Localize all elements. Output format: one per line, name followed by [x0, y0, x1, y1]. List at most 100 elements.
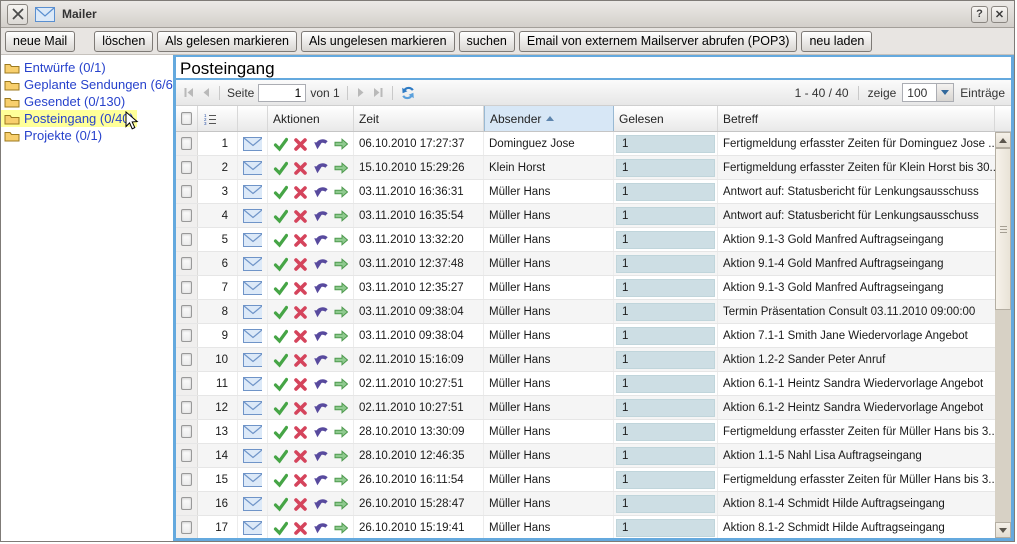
row-checkbox[interactable]	[181, 161, 192, 174]
reply-icon[interactable]	[313, 280, 328, 296]
sidebar-folder-4[interactable]: Projekte (0/1)	[1, 127, 105, 144]
forward-icon[interactable]	[333, 472, 348, 488]
forward-icon[interactable]	[333, 136, 348, 152]
row-checkbox[interactable]	[181, 305, 192, 318]
envelope-icon[interactable]	[243, 161, 262, 175]
table-row[interactable]: 12 02.11.2010 10:27:51 Müller	[176, 396, 995, 420]
delete-icon[interactable]	[293, 160, 307, 176]
mark-read-icon[interactable]	[273, 520, 288, 536]
delete-icon[interactable]	[293, 424, 307, 440]
forward-icon[interactable]	[333, 352, 348, 368]
scroll-up-button[interactable]	[995, 132, 1011, 148]
mark-read-icon[interactable]	[273, 136, 288, 152]
reply-icon[interactable]	[313, 352, 328, 368]
reply-icon[interactable]	[313, 136, 328, 152]
row-checkbox[interactable]	[181, 329, 192, 342]
delete-icon[interactable]	[293, 400, 307, 416]
delete-icon[interactable]	[293, 136, 307, 152]
envelope-icon[interactable]	[243, 425, 262, 439]
close-button[interactable]: ✕	[991, 6, 1008, 23]
sidebar-folder-2[interactable]: Gesendet (0/130)	[1, 93, 128, 110]
forward-icon[interactable]	[333, 160, 348, 176]
forward-icon[interactable]	[333, 376, 348, 392]
mark-read-icon[interactable]	[273, 448, 288, 464]
prev-page-icon[interactable]	[200, 85, 212, 100]
help-button[interactable]: ?	[971, 6, 988, 23]
delete-icon[interactable]	[293, 376, 307, 392]
forward-icon[interactable]	[333, 400, 348, 416]
delete-icon[interactable]	[293, 256, 307, 272]
forward-icon[interactable]	[333, 424, 348, 440]
forward-icon[interactable]	[333, 280, 348, 296]
header-aktionen[interactable]: Aktionen	[268, 106, 354, 131]
mark-read-icon[interactable]	[273, 424, 288, 440]
mark-read-icon[interactable]	[273, 328, 288, 344]
forward-icon[interactable]	[333, 448, 348, 464]
forward-icon[interactable]	[333, 232, 348, 248]
delete-icon[interactable]	[293, 280, 307, 296]
page-size-select[interactable]: 100	[902, 83, 954, 102]
sidebar-folder-0[interactable]: Entwürfe (0/1)	[1, 59, 109, 76]
mark-read-icon[interactable]	[273, 352, 288, 368]
row-checkbox[interactable]	[181, 353, 192, 366]
mark-read-icon[interactable]	[273, 376, 288, 392]
envelope-icon[interactable]	[243, 449, 262, 463]
reply-icon[interactable]	[313, 496, 328, 512]
forward-icon[interactable]	[333, 328, 348, 344]
header-gelesen[interactable]: Gelesen	[614, 106, 718, 131]
row-checkbox[interactable]	[181, 185, 192, 198]
header-zeit[interactable]: Zeit	[354, 106, 484, 131]
reply-icon[interactable]	[313, 208, 328, 224]
page-number-input[interactable]	[258, 84, 306, 102]
reply-icon[interactable]	[313, 256, 328, 272]
table-row[interactable]: 4 03.11.2010 16:35:54 Müller H	[176, 204, 995, 228]
select-all-checkbox[interactable]	[181, 112, 192, 125]
table-row[interactable]: 10 02.11.2010 15:16:09 Müller	[176, 348, 995, 372]
next-page-icon[interactable]	[355, 85, 367, 100]
reply-icon[interactable]	[313, 520, 328, 536]
table-row[interactable]: 14 28.10.2010 12:46:35 Müller	[176, 444, 995, 468]
row-checkbox[interactable]	[181, 497, 192, 510]
fetch-pop3-button[interactable]: Email von externem Mailserver abrufen (P…	[519, 31, 798, 52]
reply-icon[interactable]	[313, 184, 328, 200]
delete-icon[interactable]	[293, 184, 307, 200]
forward-icon[interactable]	[333, 208, 348, 224]
mark-read-button[interactable]: Als gelesen markieren	[157, 31, 297, 52]
mark-read-icon[interactable]	[273, 304, 288, 320]
row-checkbox[interactable]	[181, 137, 192, 150]
forward-icon[interactable]	[333, 304, 348, 320]
row-checkbox[interactable]	[181, 257, 192, 270]
table-row[interactable]: 17 26.10.2010 15:19:41 Müller	[176, 516, 995, 538]
search-button[interactable]: suchen	[459, 31, 515, 52]
forward-icon[interactable]	[333, 256, 348, 272]
table-row[interactable]: 11 02.11.2010 10:27:51 Müller	[176, 372, 995, 396]
envelope-icon[interactable]	[243, 473, 262, 487]
scrollbar-thumb[interactable]	[995, 148, 1011, 310]
header-select-all[interactable]	[176, 106, 198, 131]
delete-icon[interactable]	[293, 208, 307, 224]
envelope-icon[interactable]	[243, 497, 262, 511]
envelope-icon[interactable]	[243, 209, 262, 223]
reply-icon[interactable]	[313, 424, 328, 440]
mark-read-icon[interactable]	[273, 232, 288, 248]
row-checkbox[interactable]	[181, 209, 192, 222]
table-row[interactable]: 9 03.11.2010 09:38:04 Müller H	[176, 324, 995, 348]
delete-icon[interactable]	[293, 352, 307, 368]
table-row[interactable]: 13 28.10.2010 13:30:09 Müller	[176, 420, 995, 444]
mark-read-icon[interactable]	[273, 256, 288, 272]
row-checkbox[interactable]	[181, 521, 192, 534]
page-size-dropdown-button[interactable]	[936, 84, 953, 101]
envelope-icon[interactable]	[243, 401, 262, 415]
row-checkbox[interactable]	[181, 377, 192, 390]
first-page-icon[interactable]	[182, 85, 196, 100]
sidebar-folder-3[interactable]: Posteingang (0/40)	[1, 110, 137, 127]
envelope-icon[interactable]	[243, 329, 262, 343]
table-row[interactable]: 7 03.11.2010 12:35:27 Müller H	[176, 276, 995, 300]
row-checkbox[interactable]	[181, 425, 192, 438]
header-mail-column[interactable]	[238, 106, 268, 131]
envelope-icon[interactable]	[243, 353, 262, 367]
header-betreff[interactable]: Betreff	[718, 106, 995, 131]
reload-button[interactable]: neu laden	[801, 31, 872, 52]
reply-icon[interactable]	[313, 304, 328, 320]
row-checkbox[interactable]	[181, 473, 192, 486]
